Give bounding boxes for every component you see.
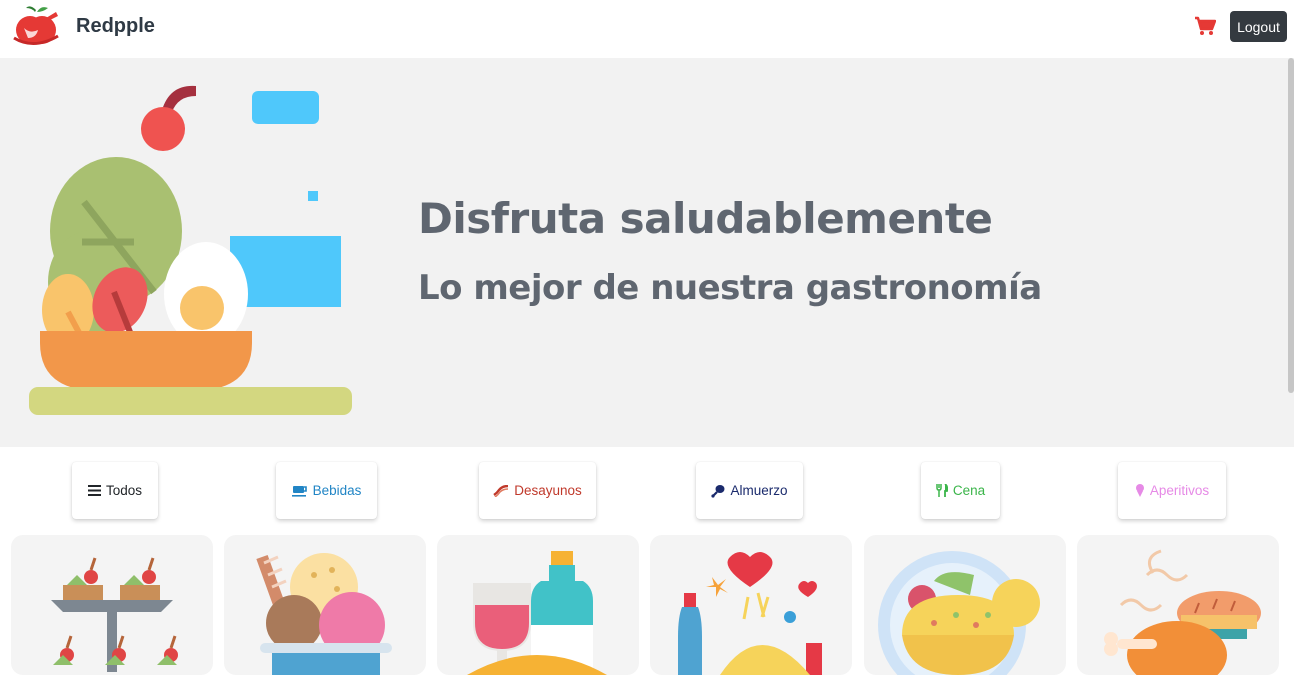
- category-label: Desayunos: [514, 483, 582, 498]
- category-label: Todos: [105, 483, 143, 498]
- roast-chicken-icon: [1104, 549, 1261, 675]
- shopping-cart-icon[interactable]: [1194, 16, 1216, 36]
- category-cena-button[interactable]: Cena: [921, 462, 1000, 519]
- logout-button[interactable]: Logout: [1230, 11, 1287, 42]
- product-card[interactable]: [11, 535, 213, 675]
- product-card[interactable]: [650, 535, 852, 675]
- salad-bowl-illustration: [29, 85, 352, 415]
- category-almuerzo-button[interactable]: Almuerzo: [696, 462, 803, 519]
- bacon-icon: [493, 484, 509, 497]
- wine-bottle-icon: [467, 551, 607, 675]
- apple-logo-icon[interactable]: [10, 4, 62, 48]
- product-card[interactable]: [224, 535, 426, 675]
- taco-plate-icon: [878, 551, 1040, 675]
- hero-title: Disfruta saludablemente: [418, 194, 993, 243]
- hero-subtitle: Lo mejor de nuestra gastronomía: [418, 268, 1042, 308]
- drumstick-icon: [711, 484, 725, 498]
- brand-name[interactable]: Redpple: [76, 15, 155, 38]
- product-card[interactable]: [864, 535, 1066, 675]
- product-card[interactable]: [1077, 535, 1279, 675]
- category-label: Cena: [952, 483, 986, 498]
- coffee-cup-icon: [291, 485, 307, 497]
- ice-cream-icon: [1135, 484, 1144, 497]
- romantic-dinner-icon: [678, 552, 822, 675]
- canapes-icon: [51, 557, 178, 672]
- category-aperitivos-button[interactable]: Aperitivos: [1118, 462, 1226, 519]
- utensils-icon: [936, 484, 948, 497]
- navbar: Redpple Logout: [0, 0, 1294, 58]
- category-todos-button[interactable]: Todos: [72, 462, 158, 519]
- category-label: Almuerzo: [730, 483, 788, 498]
- category-bebidas-button[interactable]: Bebidas: [276, 462, 377, 519]
- category-label: Bebidas: [312, 483, 362, 498]
- product-card[interactable]: [437, 535, 639, 675]
- page-scrollbar[interactable]: [1288, 58, 1294, 393]
- category-desayunos-button[interactable]: Desayunos: [479, 462, 596, 519]
- ice-cream-dessert-icon: [256, 553, 392, 675]
- menu-icon: [87, 485, 101, 496]
- category-label: Aperitivos: [1149, 483, 1210, 498]
- hero-banner: Disfruta saludablemente Lo mejor de nues…: [0, 58, 1294, 447]
